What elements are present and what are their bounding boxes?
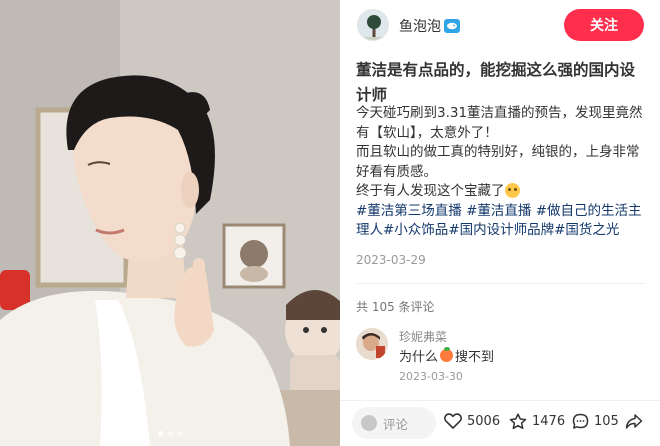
carousel-dot[interactable]: [167, 431, 173, 436]
divider: [356, 283, 646, 284]
comment-placeholder: 评论: [383, 416, 409, 432]
comment-input[interactable]: 评论: [352, 407, 436, 439]
author-avatar[interactable]: [357, 9, 389, 41]
avatar-image: [356, 328, 388, 360]
tag-link[interactable]: #董洁直播: [466, 203, 531, 219]
favorite-button[interactable]: 1476: [509, 413, 565, 430]
comment-count: 共 105 条评论: [356, 300, 435, 314]
share-icon: [625, 414, 643, 429]
favorite-count: 1476: [532, 414, 566, 429]
author-name-row[interactable]: 鱼泡泡: [399, 16, 460, 36]
tag-list: #董洁第三场直播 #董洁直播 #做自己的生活主理人#小众饰品#国内设计师品牌#国…: [356, 202, 650, 241]
post-header: 鱼泡泡 关注: [340, 0, 660, 52]
tag-link[interactable]: #董洁第三场直播: [356, 203, 462, 219]
tag-link[interactable]: #国内设计师品牌: [448, 222, 554, 238]
carousel-dot-active[interactable]: [157, 431, 163, 436]
peach-emoji: [440, 347, 454, 362]
body-line: 今天碰巧刷到3.31董洁直播的预告，发现里竟然有【软山】，太意外了！: [356, 105, 643, 141]
heart-icon: [444, 413, 462, 429]
comment-date: 2023-03-30: [399, 370, 463, 383]
comment-text-before: 为什么: [399, 350, 439, 365]
tag-link[interactable]: #小众饰品: [383, 222, 448, 238]
post-detail-panel: 鱼泡泡 关注 董洁是有点品的，能挖掘这么强的国内设计师 今天碰巧刷到3.31董洁…: [340, 0, 660, 446]
like-count: 5006: [467, 413, 501, 429]
body-line: 终于有人发现这个宝藏了: [356, 183, 505, 199]
comment-text-after: 搜不到: [455, 350, 495, 365]
commenter-name[interactable]: 珍妮弗菜: [399, 328, 447, 345]
body-line-with-emoji: 终于有人发现这个宝藏了: [356, 182, 650, 202]
comment-count-footer: 105: [594, 414, 619, 429]
user-avatar: [361, 415, 377, 431]
tag-link[interactable]: #国货之光: [554, 222, 619, 238]
carousel-indicator[interactable]: [0, 431, 340, 436]
body-line: 而且软山的做工真的特别好，纯银的，上身非常好看有质感。: [356, 144, 640, 180]
post-title: 董洁是有点品的，能挖掘这么强的国内设计师: [356, 61, 636, 104]
comment-button[interactable]: 105: [572, 413, 619, 430]
fish-badge-icon: [444, 19, 460, 33]
post-date: 2023-03-29: [356, 253, 426, 267]
crying-face-emoji: [504, 183, 520, 198]
share-button[interactable]: [625, 413, 643, 430]
comment-bubble-icon: [572, 413, 589, 429]
author-name[interactable]: 鱼泡泡: [399, 16, 441, 36]
star-icon: [509, 413, 527, 430]
comment-item: 珍妮弗菜 为什么 搜不到 2023-03-30: [356, 326, 646, 386]
follow-button[interactable]: 关注: [564, 9, 644, 41]
commenter-avatar[interactable]: [356, 328, 388, 360]
carousel-dot[interactable]: [177, 431, 183, 436]
engagement-bar: 评论 5006 1476 105: [340, 400, 660, 446]
like-button[interactable]: 5006: [444, 413, 500, 429]
photo-image: [0, 0, 340, 446]
comment-text: 为什么 搜不到: [399, 346, 494, 365]
avatar-image: [358, 10, 388, 40]
post-photo[interactable]: [0, 0, 340, 446]
post-body: 今天碰巧刷到3.31董洁直播的预告，发现里竟然有【软山】，太意外了！ 而且软山的…: [356, 104, 650, 241]
